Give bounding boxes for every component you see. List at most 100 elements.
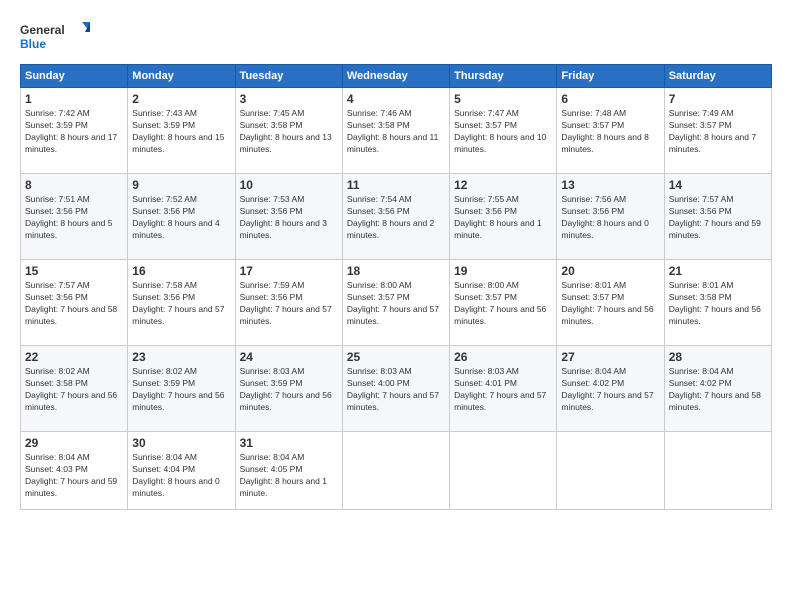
calendar-cell: 12Sunrise: 7:55 AMSunset: 3:56 PMDayligh… <box>450 174 557 260</box>
calendar-cell <box>450 432 557 510</box>
day-info: Sunrise: 7:54 AMSunset: 3:56 PMDaylight:… <box>347 194 445 242</box>
day-info: Sunrise: 7:51 AMSunset: 3:56 PMDaylight:… <box>25 194 123 242</box>
day-info: Sunrise: 7:52 AMSunset: 3:56 PMDaylight:… <box>132 194 230 242</box>
calendar-cell: 11 Sunrise: 7:54 AMSunset: 3:56 PMDayligh… <box>342 174 449 260</box>
day-number: 31 <box>240 436 338 450</box>
day-number: 25 <box>347 350 445 364</box>
logo-svg: General Blue <box>20 18 90 56</box>
calendar-cell: 14Sunrise: 7:57 AMSunset: 3:56 PMDayligh… <box>664 174 771 260</box>
calendar-body: 1 Sunrise: 7:42 AMSunset: 3:59 PMDaylight… <box>21 88 772 510</box>
day-number: 17 <box>240 264 338 278</box>
calendar-week-5: 29Sunrise: 8:04 AMSunset: 4:03 PMDayligh… <box>21 432 772 510</box>
calendar-cell: 7 Sunrise: 7:49 AMSunset: 3:57 PMDaylight… <box>664 88 771 174</box>
day-number: 27 <box>561 350 659 364</box>
calendar-cell: 26 Sunrise: 8:03 AMSunset: 4:01 PMDayligh… <box>450 346 557 432</box>
calendar-header: SundayMondayTuesdayWednesdayThursdayFrid… <box>21 65 772 88</box>
day-info: Sunrise: 7:42 AMSunset: 3:59 PMDaylight:… <box>25 108 123 156</box>
calendar-week-1: 1 Sunrise: 7:42 AMSunset: 3:59 PMDaylight… <box>21 88 772 174</box>
day-number: 21 <box>669 264 767 278</box>
day-info: Sunrise: 7:57 AMSunset: 3:56 PMDaylight:… <box>669 194 767 242</box>
day-info: Sunrise: 7:59 AMSunset: 3:56 PMDaylight:… <box>240 280 338 328</box>
day-info: Sunrise: 7:53 AMSunset: 3:56 PMDaylight:… <box>240 194 338 242</box>
calendar-cell: 20 Sunrise: 8:01 AMSunset: 3:57 PMDayligh… <box>557 260 664 346</box>
calendar-cell: 23 Sunrise: 8:02 AMSunset: 3:59 PMDayligh… <box>128 346 235 432</box>
day-info: Sunrise: 7:47 AMSunset: 3:57 PMDaylight:… <box>454 108 552 156</box>
day-number: 26 <box>454 350 552 364</box>
calendar-cell: 24 Sunrise: 8:03 AMSunset: 3:59 PMDayligh… <box>235 346 342 432</box>
day-number: 7 <box>669 92 767 106</box>
day-number: 12 <box>454 178 552 192</box>
weekday-wednesday: Wednesday <box>342 65 449 88</box>
calendar-cell: 16 Sunrise: 7:58 AMSunset: 3:56 PMDayligh… <box>128 260 235 346</box>
day-info: Sunrise: 8:03 AMSunset: 3:59 PMDaylight:… <box>240 366 338 414</box>
calendar-cell: 4Sunrise: 7:46 AMSunset: 3:58 PMDaylight… <box>342 88 449 174</box>
day-info: Sunrise: 8:03 AMSunset: 4:00 PMDaylight:… <box>347 366 445 414</box>
day-number: 6 <box>561 92 659 106</box>
day-info: Sunrise: 8:01 AMSunset: 3:57 PMDaylight:… <box>561 280 659 328</box>
day-info: Sunrise: 8:04 AMSunset: 4:03 PMDaylight:… <box>25 452 123 500</box>
day-number: 16 <box>132 264 230 278</box>
day-number: 22 <box>25 350 123 364</box>
calendar-cell <box>342 432 449 510</box>
calendar-cell: 18Sunrise: 8:00 AMSunset: 3:57 PMDayligh… <box>342 260 449 346</box>
calendar-cell: 30 Sunrise: 8:04 AMSunset: 4:04 PMDayligh… <box>128 432 235 510</box>
day-number: 9 <box>132 178 230 192</box>
day-number: 11 <box>347 178 445 192</box>
calendar-cell: 13Sunrise: 7:56 AMSunset: 3:56 PMDayligh… <box>557 174 664 260</box>
header: General Blue <box>20 18 772 56</box>
day-info: Sunrise: 8:04 AMSunset: 4:02 PMDaylight:… <box>561 366 659 414</box>
calendar-week-2: 8 Sunrise: 7:51 AMSunset: 3:56 PMDaylight… <box>21 174 772 260</box>
day-number: 1 <box>25 92 123 106</box>
day-info: Sunrise: 8:04 AMSunset: 4:02 PMDaylight:… <box>669 366 767 414</box>
calendar-cell: 3 Sunrise: 7:45 AMSunset: 3:58 PMDaylight… <box>235 88 342 174</box>
day-info: Sunrise: 8:04 AMSunset: 4:04 PMDaylight:… <box>132 452 230 500</box>
day-info: Sunrise: 7:58 AMSunset: 3:56 PMDaylight:… <box>132 280 230 328</box>
day-number: 2 <box>132 92 230 106</box>
calendar-cell: 31Sunrise: 8:04 AMSunset: 4:05 PMDayligh… <box>235 432 342 510</box>
calendar-cell: 6 Sunrise: 7:48 AMSunset: 3:57 PMDaylight… <box>557 88 664 174</box>
day-number: 3 <box>240 92 338 106</box>
day-number: 15 <box>25 264 123 278</box>
page: General Blue SundayMondayTuesdayWednesda… <box>0 0 792 612</box>
day-info: Sunrise: 8:03 AMSunset: 4:01 PMDaylight:… <box>454 366 552 414</box>
calendar-cell: 15 Sunrise: 7:57 AMSunset: 3:56 PMDayligh… <box>21 260 128 346</box>
day-number: 8 <box>25 178 123 192</box>
weekday-header-row: SundayMondayTuesdayWednesdayThursdayFrid… <box>21 65 772 88</box>
calendar-week-3: 15 Sunrise: 7:57 AMSunset: 3:56 PMDayligh… <box>21 260 772 346</box>
calendar-cell <box>557 432 664 510</box>
calendar-cell: 2 Sunrise: 7:43 AMSunset: 3:59 PMDaylight… <box>128 88 235 174</box>
day-info: Sunrise: 8:01 AMSunset: 3:58 PMDaylight:… <box>669 280 767 328</box>
svg-text:General: General <box>20 23 65 37</box>
weekday-friday: Friday <box>557 65 664 88</box>
day-number: 24 <box>240 350 338 364</box>
day-info: Sunrise: 7:45 AMSunset: 3:58 PMDaylight:… <box>240 108 338 156</box>
calendar-cell: 27 Sunrise: 8:04 AMSunset: 4:02 PMDayligh… <box>557 346 664 432</box>
weekday-sunday: Sunday <box>21 65 128 88</box>
day-number: 23 <box>132 350 230 364</box>
day-number: 13 <box>561 178 659 192</box>
calendar-cell: 25 Sunrise: 8:03 AMSunset: 4:00 PMDayligh… <box>342 346 449 432</box>
calendar-cell: 21 Sunrise: 8:01 AMSunset: 3:58 PMDayligh… <box>664 260 771 346</box>
calendar: SundayMondayTuesdayWednesdayThursdayFrid… <box>20 64 772 510</box>
day-number: 30 <box>132 436 230 450</box>
day-info: Sunrise: 7:43 AMSunset: 3:59 PMDaylight:… <box>132 108 230 156</box>
day-info: Sunrise: 8:00 AMSunset: 3:57 PMDaylight:… <box>454 280 552 328</box>
day-number: 20 <box>561 264 659 278</box>
day-info: Sunrise: 8:02 AMSunset: 3:58 PMDaylight:… <box>25 366 123 414</box>
calendar-cell: 5Sunrise: 7:47 AMSunset: 3:57 PMDaylight… <box>450 88 557 174</box>
weekday-thursday: Thursday <box>450 65 557 88</box>
calendar-cell: 10Sunrise: 7:53 AMSunset: 3:56 PMDayligh… <box>235 174 342 260</box>
day-info: Sunrise: 8:00 AMSunset: 3:57 PMDaylight:… <box>347 280 445 328</box>
day-info: Sunrise: 7:48 AMSunset: 3:57 PMDaylight:… <box>561 108 659 156</box>
day-number: 19 <box>454 264 552 278</box>
calendar-cell: 22 Sunrise: 8:02 AMSunset: 3:58 PMDayligh… <box>21 346 128 432</box>
svg-text:Blue: Blue <box>20 37 46 51</box>
day-info: Sunrise: 7:49 AMSunset: 3:57 PMDaylight:… <box>669 108 767 156</box>
calendar-cell: 29Sunrise: 8:04 AMSunset: 4:03 PMDayligh… <box>21 432 128 510</box>
day-info: Sunrise: 7:57 AMSunset: 3:56 PMDaylight:… <box>25 280 123 328</box>
calendar-cell: 9 Sunrise: 7:52 AMSunset: 3:56 PMDaylight… <box>128 174 235 260</box>
calendar-cell: 8 Sunrise: 7:51 AMSunset: 3:56 PMDaylight… <box>21 174 128 260</box>
weekday-saturday: Saturday <box>664 65 771 88</box>
weekday-monday: Monday <box>128 65 235 88</box>
day-info: Sunrise: 8:02 AMSunset: 3:59 PMDaylight:… <box>132 366 230 414</box>
